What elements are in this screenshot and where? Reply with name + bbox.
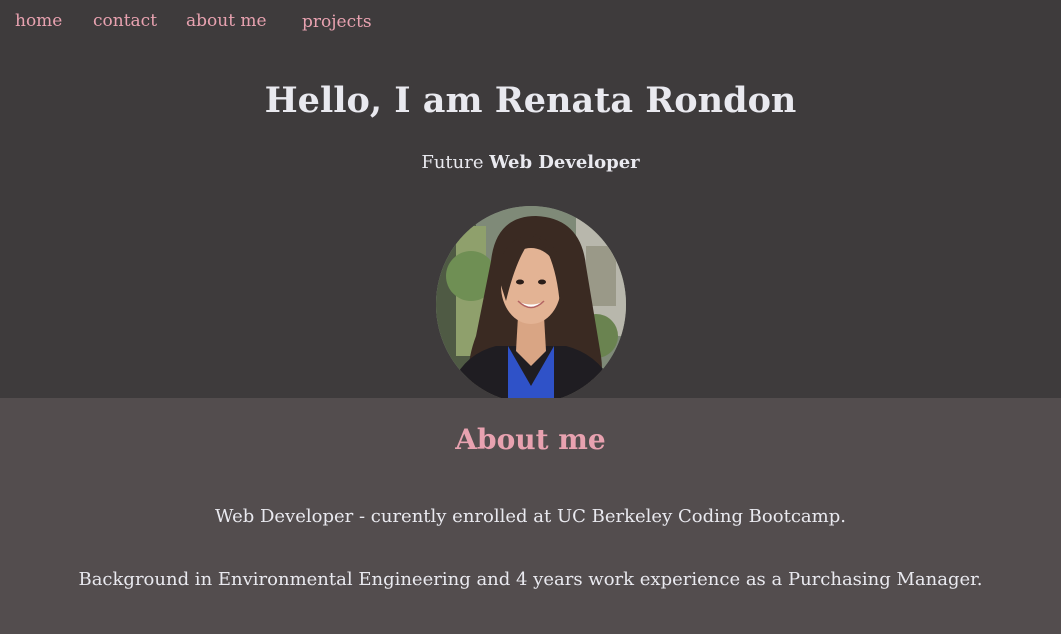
nav-link-contact[interactable]: contact [93,13,157,30]
hero-title: Hello, I am Renata Rondon [264,80,797,121]
about-heading: About me [455,423,606,456]
nav-link-projects[interactable]: projects [302,14,372,31]
hero-subtitle: Future Web Developer [0,151,1061,175]
profile-photo [436,206,626,403]
profile-photo-illustration [436,206,626,403]
about-paragraph-1: Web Developer - curently enrolled at UC … [215,506,846,527]
hero-subtitle-prefix: Future [421,152,484,173]
about-paragraph-2: Background in Environmental Engineering … [78,569,983,590]
top-nav: home contact about me projects [0,0,1061,48]
hero-subtitle-emphasis: Web Developer [489,152,640,173]
about-section: About me Web Developer - curently enroll… [0,398,1061,634]
hero-section: home contact about me projects Hello, I … [0,0,1061,403]
nav-link-about-me[interactable]: about me [186,13,267,30]
nav-link-home[interactable]: home [15,13,62,30]
